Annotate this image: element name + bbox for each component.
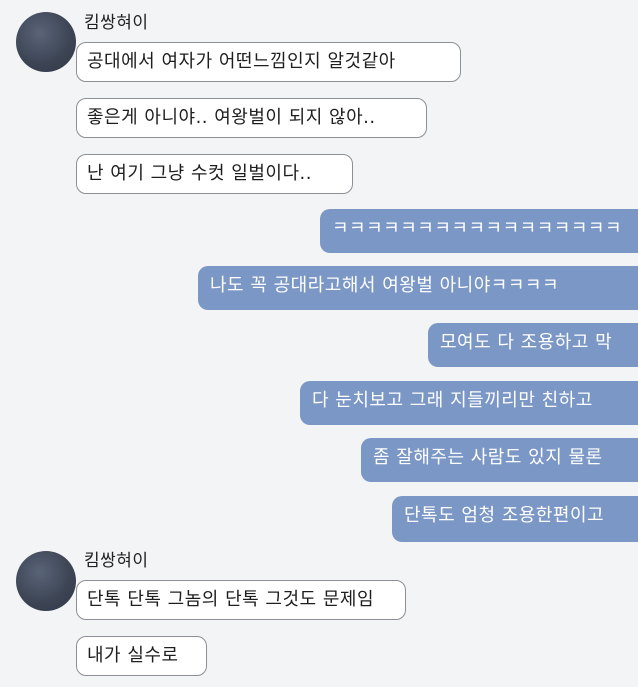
outgoing-message[interactable]: 모여도 다 조용하고 막 — [428, 323, 638, 367]
outgoing-message[interactable]: 좀 잘해주는 사람도 있지 물론 — [361, 438, 638, 482]
sender-name: 킴쌍혀이 — [84, 13, 149, 33]
outgoing-message[interactable]: 다 눈치보고 그래 지들끼리만 친하고 — [300, 381, 638, 425]
avatar[interactable] — [16, 12, 76, 72]
incoming-message[interactable]: 좋은게 아니야.. 여왕벌이 되지 않아.. — [76, 98, 427, 138]
incoming-message[interactable]: 단톡 단톡 그놈의 단톡 그것도 문제임 — [76, 580, 406, 620]
outgoing-message[interactable]: ㅋㅋㅋㅋㅋㅋㅋㅋㅋㅋㅋㅋㅋㅋㅋㅋㅋ — [320, 209, 638, 253]
avatar[interactable] — [16, 551, 76, 611]
incoming-message[interactable]: 내가 실수로 — [76, 636, 207, 676]
sender-name: 킴쌍혀이 — [84, 551, 149, 571]
incoming-message[interactable]: 난 여기 그냥 수컷 일벌이다.. — [76, 154, 353, 194]
outgoing-message[interactable]: 나도 꼭 공대라고해서 여왕벌 아니야ㅋㅋㅋㅋ — [198, 266, 638, 310]
outgoing-message[interactable]: 단톡도 엄청 조용한편이고 — [392, 496, 638, 542]
incoming-message[interactable]: 공대에서 여자가 어떤느낌인지 알것같아 — [76, 42, 461, 82]
